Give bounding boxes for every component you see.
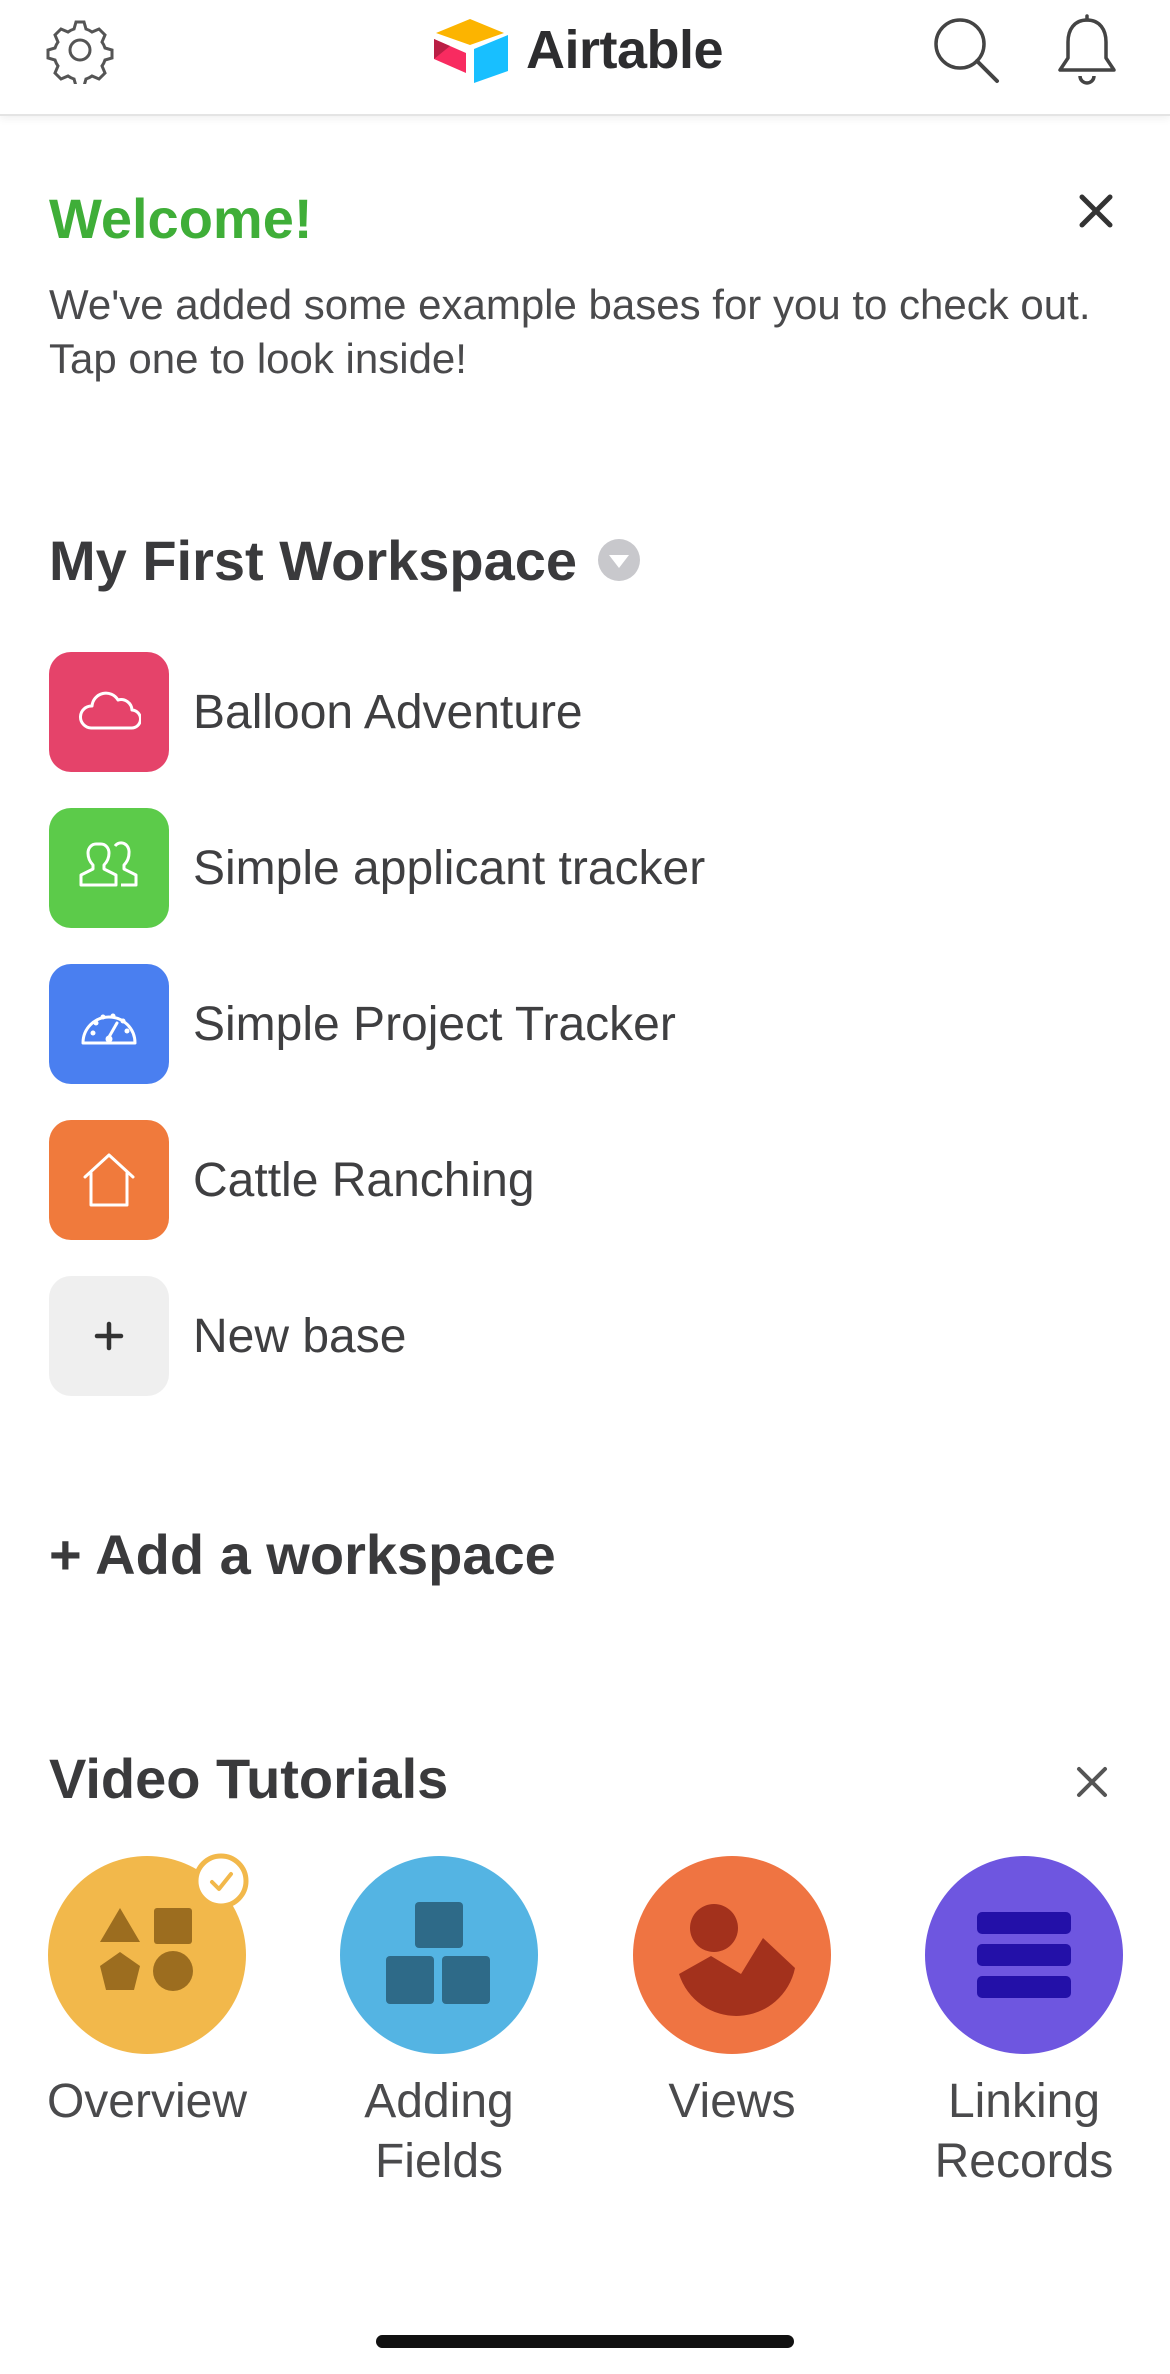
base-name: Cattle Ranching bbox=[193, 1153, 535, 1207]
search-icon[interactable] bbox=[930, 14, 1002, 86]
base-name: Simple applicant tracker bbox=[193, 841, 706, 895]
airtable-logo: Airtable bbox=[430, 14, 724, 86]
tutorial-views[interactable]: Views bbox=[607, 1856, 857, 2132]
close-icon[interactable] bbox=[1073, 188, 1119, 234]
tutorial-label: Views bbox=[668, 2075, 796, 2128]
tutorial-label: Adding Fields bbox=[364, 2075, 514, 2188]
base-tile bbox=[49, 652, 169, 772]
base-item[interactable]: Simple Project Tracker bbox=[49, 964, 1119, 1084]
gauge-icon bbox=[81, 1013, 137, 1045]
tutorial-label: Overview bbox=[46, 2075, 248, 2128]
welcome-title: Welcome! bbox=[49, 187, 313, 250]
tutorial-linking-records[interactable]: Linking Records bbox=[899, 1856, 1149, 2192]
house-icon bbox=[83, 1153, 135, 1207]
top-bar: Airtable bbox=[0, 0, 1170, 116]
tutorial-thumbnail bbox=[48, 1853, 249, 2054]
tutorial-thumbnail bbox=[340, 1856, 538, 2054]
base-name: Simple Project Tracker bbox=[193, 997, 676, 1051]
new-base-button[interactable]: New base bbox=[49, 1276, 1119, 1396]
plus-icon bbox=[94, 1321, 124, 1351]
close-icon[interactable] bbox=[1072, 1762, 1112, 1802]
bell-icon[interactable] bbox=[1054, 14, 1120, 86]
welcome-message: We've added some example bases for you t… bbox=[49, 281, 1091, 382]
home-indicator[interactable] bbox=[376, 2335, 794, 2348]
new-base-label: New base bbox=[193, 1309, 407, 1363]
dropdown-caret-icon[interactable] bbox=[597, 538, 641, 582]
records-icon bbox=[977, 1912, 1071, 1998]
base-tile bbox=[49, 808, 169, 928]
new-base-tile bbox=[49, 1276, 169, 1396]
people-icon bbox=[79, 841, 138, 887]
gear-icon[interactable] bbox=[46, 16, 114, 84]
cloud-icon bbox=[79, 691, 141, 730]
workspace-header[interactable]: My First Workspace bbox=[49, 522, 641, 598]
blocks-icon bbox=[386, 1902, 490, 2004]
airtable-logo-icon bbox=[434, 19, 508, 83]
tutorial-thumbnail bbox=[633, 1856, 831, 2054]
base-name: Balloon Adventure bbox=[193, 685, 583, 739]
tutorial-thumbnail bbox=[925, 1856, 1123, 2054]
base-item[interactable]: Balloon Adventure bbox=[49, 652, 1119, 772]
brand-name: Airtable bbox=[526, 20, 724, 80]
video-tutorials-title: Video Tutorials bbox=[49, 1747, 449, 1810]
tutorial-overview[interactable]: Overview bbox=[22, 1853, 272, 2132]
base-item[interactable]: Simple applicant tracker bbox=[49, 808, 1119, 928]
add-workspace-button[interactable]: + Add a workspace bbox=[49, 1522, 556, 1587]
watched-check-icon bbox=[193, 1853, 249, 1909]
tutorial-adding-fields[interactable]: Adding Fields bbox=[314, 1856, 564, 2192]
base-item[interactable]: Cattle Ranching bbox=[49, 1120, 1119, 1240]
workspace-title: My First Workspace bbox=[49, 528, 578, 592]
tutorial-label: Linking Records bbox=[934, 2075, 1114, 2188]
image-view-icon bbox=[679, 1904, 795, 2016]
base-tile bbox=[49, 964, 169, 1084]
base-tile bbox=[49, 1120, 169, 1240]
